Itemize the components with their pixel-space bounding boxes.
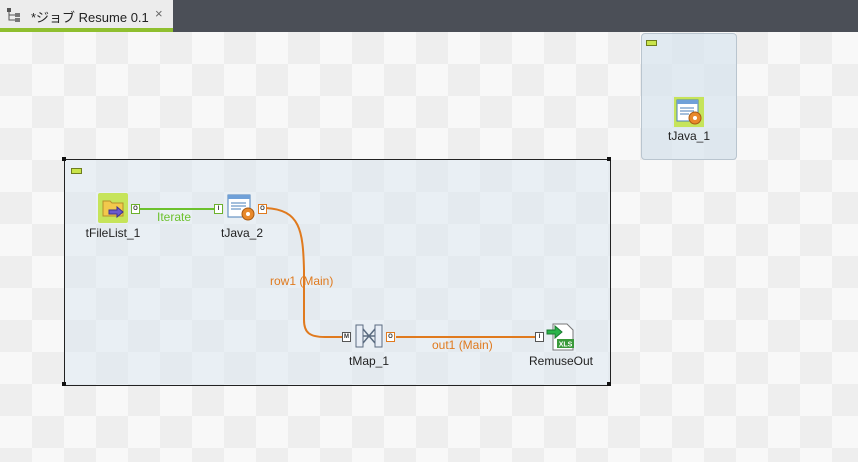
tjava1-label: tJava_1 [667,129,711,143]
output-port[interactable]: O [258,204,267,214]
tmap-component[interactable] [353,321,385,353]
tfilelist-component[interactable] [97,192,129,224]
tjava1-component[interactable] [673,96,705,128]
output-port[interactable]: O [386,332,395,342]
tjava2-component[interactable] [226,192,258,224]
tjava2-label: tJava_2 [220,226,264,240]
tmap-label: tMap_1 [348,354,390,368]
output-port[interactable]: O [131,204,140,214]
tfilelist-label: tFileList_1 [85,226,141,240]
folder-list-icon [98,193,128,223]
iterate-link-label: Iterate [157,210,192,224]
input-port[interactable]: M [342,332,351,342]
remuseout-label: RemuseOut [528,354,594,368]
input-port[interactable]: I [535,332,544,342]
svg-text:XLS: XLS [559,342,573,349]
row1-link[interactable] [265,207,350,338]
java-gear-icon [674,97,704,127]
remuseout-component[interactable]: XLS [545,321,577,353]
java-gear-icon [227,194,255,221]
out1-link-label: out1 (Main) [432,338,493,352]
xls-output-icon: XLS [546,323,574,351]
tmap-icon [355,324,383,348]
row1-link-label: row1 (Main) [270,274,334,288]
input-port[interactable]: I [214,204,223,214]
